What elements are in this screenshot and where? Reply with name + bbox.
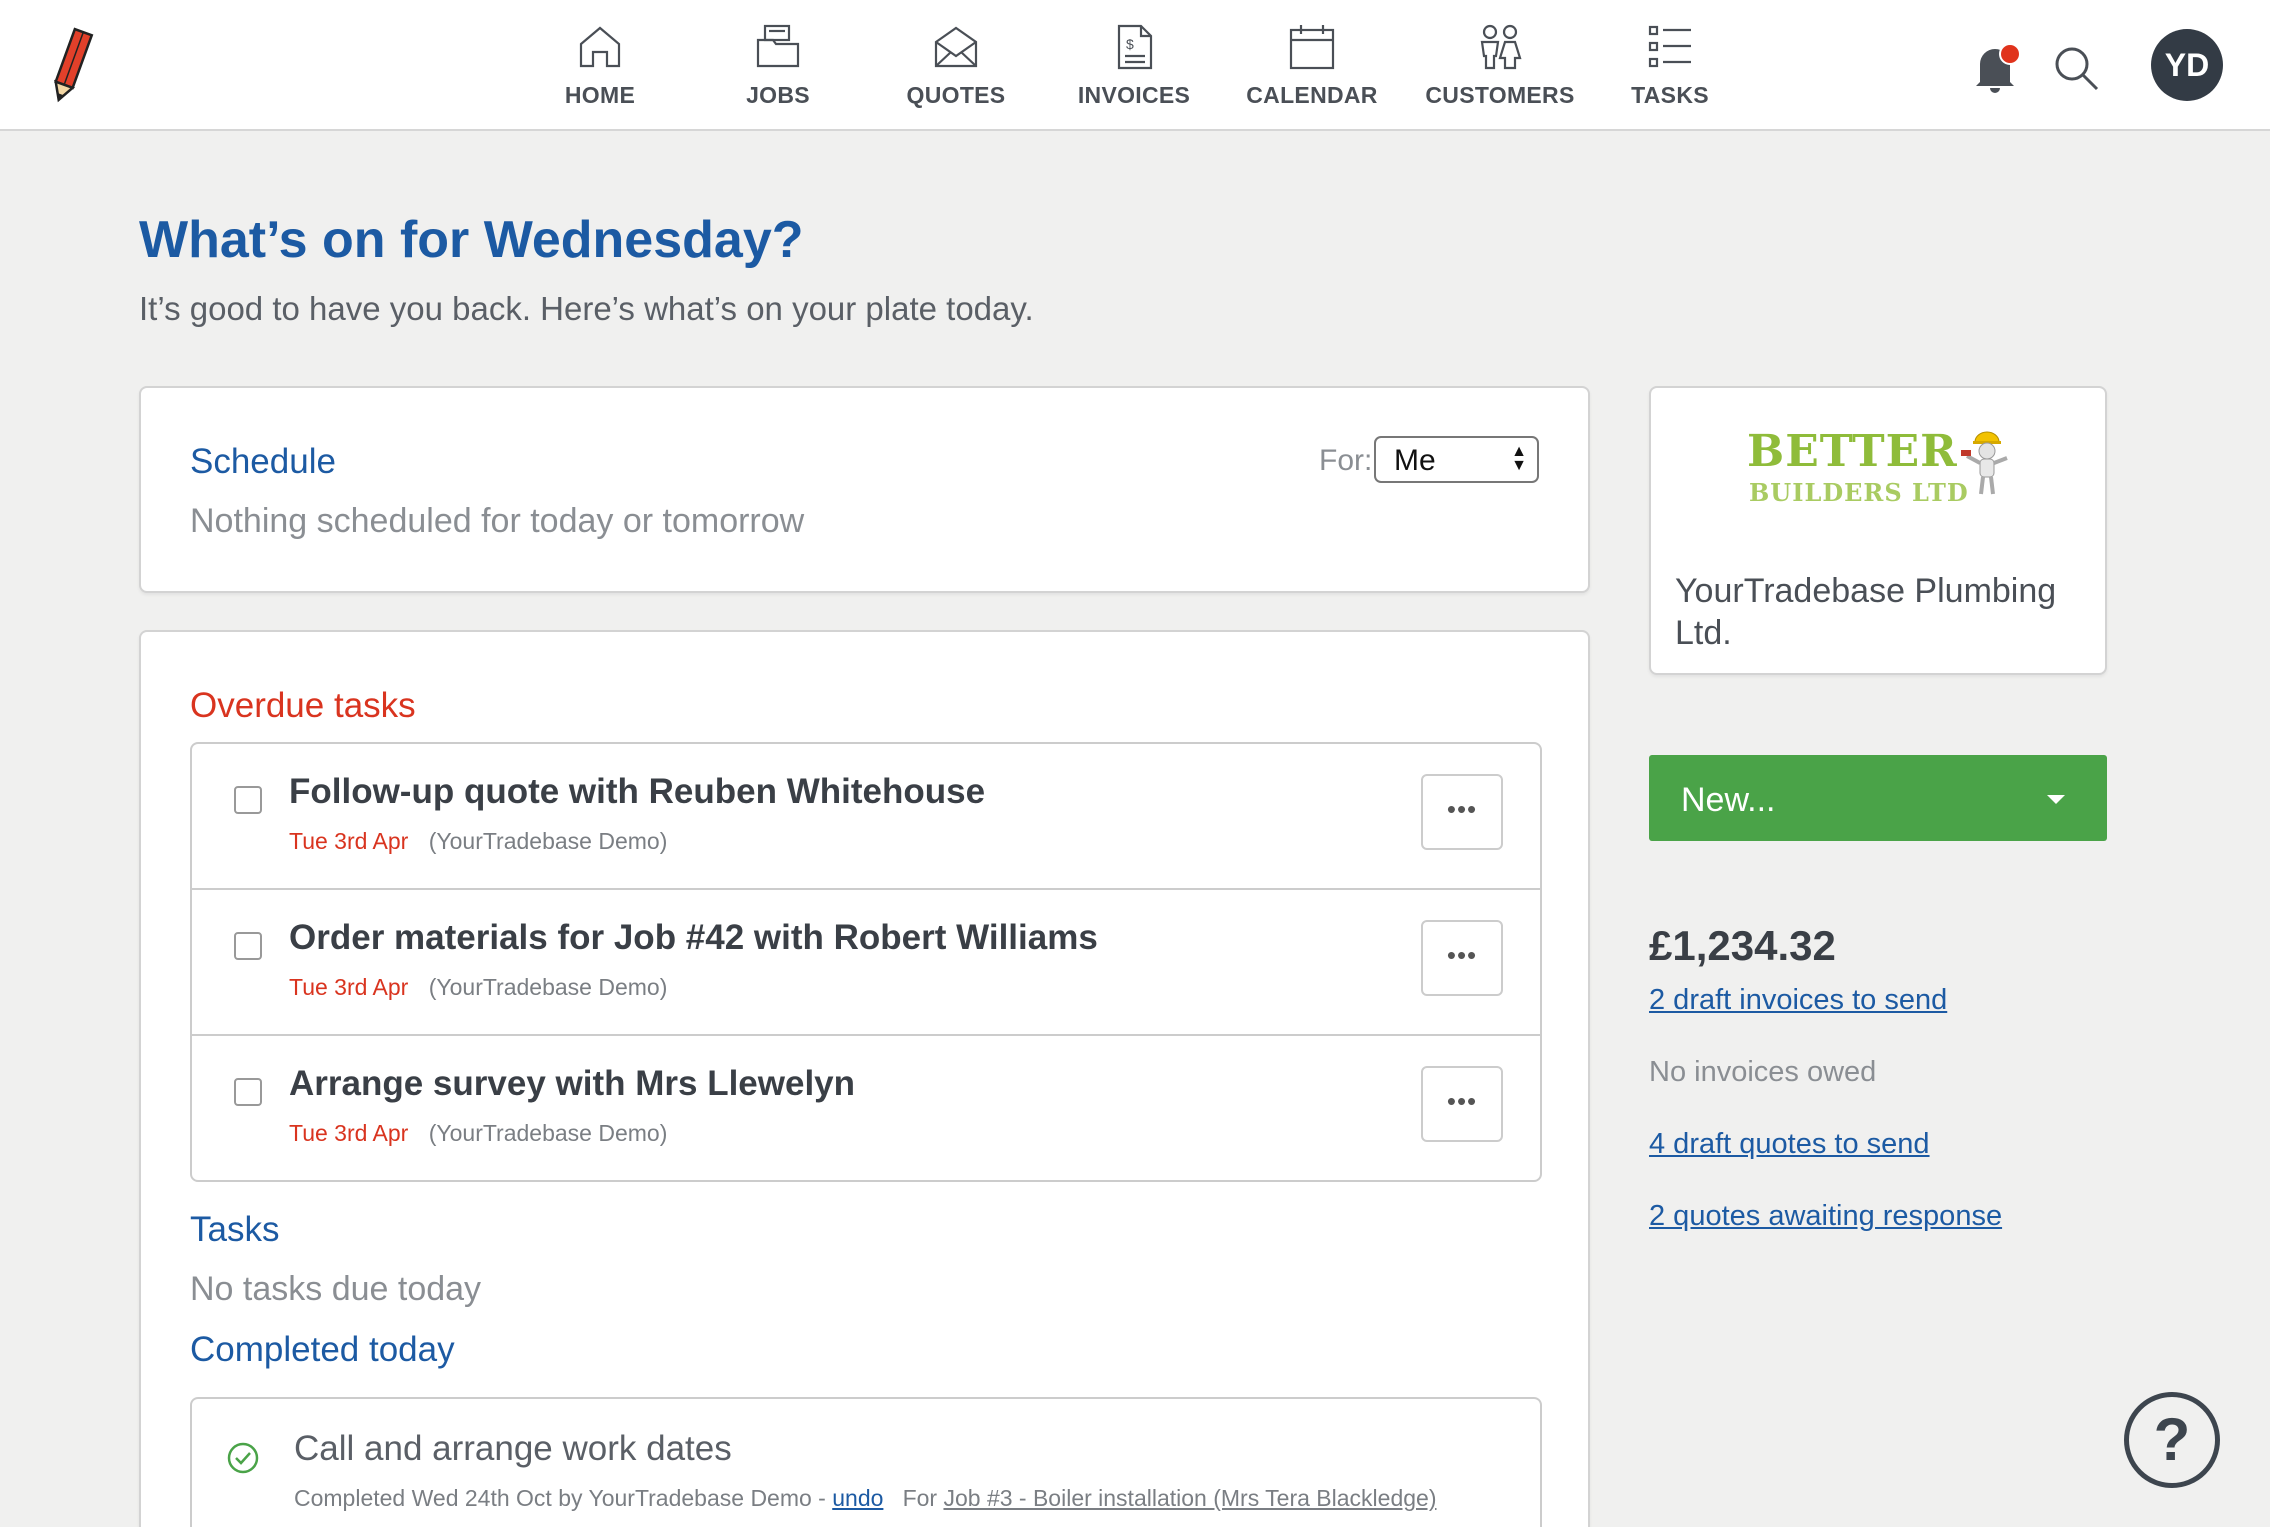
task-owner: (YourTradebase Demo) bbox=[428, 1120, 668, 1146]
invoices-icon: $ bbox=[1117, 24, 1153, 70]
bell-icon[interactable] bbox=[1970, 40, 2024, 96]
task-row: Arrange survey with Mrs Llewelyn Tue 3rd… bbox=[192, 1036, 1540, 1180]
user-avatar[interactable]: YD bbox=[2151, 29, 2223, 101]
completed-task-title: Call and arrange work dates bbox=[294, 1429, 732, 1468]
schedule-for-select[interactable]: Me ▲ ▼ bbox=[1374, 436, 1539, 483]
nav-quotes-label: QUOTES bbox=[906, 82, 1006, 108]
page-title: What’s on for Wednesday? bbox=[139, 211, 804, 269]
caret-down-icon bbox=[2047, 795, 2065, 804]
task-date: Tue 3rd Apr bbox=[289, 828, 409, 854]
task-checkbox[interactable] bbox=[234, 786, 262, 814]
nav-customers-label: CUSTOMERS bbox=[1425, 82, 1575, 108]
completed-job-link[interactable]: Job #3 - Boiler installation (Mrs Tera B… bbox=[943, 1485, 1436, 1511]
task-title[interactable]: Order materials for Job #42 with Robert … bbox=[289, 918, 1098, 958]
new-button-label: New... bbox=[1681, 781, 1776, 819]
nav-tasks-label: TASKS bbox=[1631, 82, 1709, 108]
task-meta: Tue 3rd Apr (YourTradebase Demo) bbox=[289, 828, 667, 855]
outstanding-amount: £1,234.32 bbox=[1649, 922, 1836, 969]
help-button[interactable]: ? bbox=[2124, 1392, 2220, 1488]
draft-invoices-link[interactable]: 2 draft invoices to send bbox=[1649, 984, 1947, 1017]
task-owner: (YourTradebase Demo) bbox=[428, 828, 668, 854]
top-navigation-bar: HOME JOBS QUOTES $ INVOICES CALENDAR CUS… bbox=[0, 0, 2270, 131]
completed-task-meta: Completed Wed 24th Oct by YourTradebase … bbox=[294, 1485, 1437, 1512]
schedule-title: Schedule bbox=[190, 442, 336, 481]
completed-task-info: Completed Wed 24th Oct by YourTradebase … bbox=[294, 1485, 833, 1511]
task-date: Tue 3rd Apr bbox=[289, 974, 409, 1000]
task-meta: Tue 3rd Apr (YourTradebase Demo) bbox=[289, 1120, 667, 1147]
task-row: Order materials for Job #42 with Robert … bbox=[192, 890, 1540, 1036]
task-checkbox[interactable] bbox=[234, 1078, 262, 1106]
undo-link[interactable]: undo bbox=[832, 1485, 883, 1511]
svg-text:$: $ bbox=[1126, 36, 1134, 52]
nav-home-label: HOME bbox=[564, 82, 636, 108]
search-icon[interactable] bbox=[2052, 44, 2100, 92]
company-logo-line2: BUILDERS LTD bbox=[1749, 478, 1969, 507]
draft-quotes-link[interactable]: 4 draft quotes to send bbox=[1649, 1128, 1930, 1161]
overdue-task-list: Follow-up quote with Reuben Whitehouse T… bbox=[190, 742, 1542, 1182]
calendar-icon bbox=[1289, 25, 1335, 70]
builder-figure-icon bbox=[1961, 431, 2008, 495]
nav-home[interactable]: HOME bbox=[505, 22, 695, 109]
schedule-card: Schedule Nothing scheduled for today or … bbox=[139, 386, 1590, 593]
company-logo-line1: BETTER bbox=[1747, 426, 1958, 477]
company-logo: BETTER BUILDERS LTD bbox=[1747, 426, 2017, 526]
task-title[interactable]: Follow-up quote with Reuben Whitehouse bbox=[289, 772, 985, 812]
nav-quotes[interactable]: QUOTES bbox=[861, 22, 1051, 109]
task-more-button[interactable]: ••• bbox=[1421, 920, 1503, 996]
nav-calendar-label: CALENDAR bbox=[1246, 82, 1378, 108]
overdue-tasks-title: Overdue tasks bbox=[190, 686, 416, 725]
task-meta: Tue 3rd Apr (YourTradebase Demo) bbox=[289, 974, 667, 1001]
nav-jobs-label: JOBS bbox=[746, 82, 810, 108]
jobs-icon bbox=[756, 24, 800, 68]
customers-icon bbox=[1480, 24, 1522, 70]
home-icon bbox=[579, 26, 621, 68]
company-name: YourTradebase Plumbing Ltd. bbox=[1675, 572, 2057, 652]
no-invoices-text: No invoices owed bbox=[1649, 1056, 1877, 1088]
task-more-button[interactable]: ••• bbox=[1421, 1066, 1503, 1142]
quotes-icon bbox=[934, 26, 978, 68]
check-circle-icon bbox=[227, 1442, 259, 1474]
task-title[interactable]: Arrange survey with Mrs Llewelyn bbox=[289, 1064, 855, 1104]
task-row: Follow-up quote with Reuben Whitehouse T… bbox=[192, 744, 1540, 890]
task-owner: (YourTradebase Demo) bbox=[428, 974, 668, 1000]
tasks-empty-text: No tasks due today bbox=[190, 1270, 482, 1308]
quotes-awaiting-link[interactable]: 2 quotes awaiting response bbox=[1649, 1200, 2002, 1233]
completed-task-item: Call and arrange work dates Completed We… bbox=[190, 1397, 1542, 1527]
nav-jobs[interactable]: JOBS bbox=[683, 22, 873, 109]
new-dropdown-button[interactable]: New... bbox=[1649, 755, 2107, 841]
task-more-button[interactable]: ••• bbox=[1421, 774, 1503, 850]
pencil-logo-icon[interactable] bbox=[42, 26, 100, 106]
tasks-card: Overdue tasks Follow-up quote with Reube… bbox=[139, 630, 1590, 1527]
select-arrows-icon: ▲ ▼ bbox=[1511, 443, 1527, 474]
nav-calendar[interactable]: CALENDAR bbox=[1217, 22, 1407, 109]
task-date: Tue 3rd Apr bbox=[289, 1120, 409, 1146]
tasks-icon bbox=[1648, 25, 1691, 68]
completed-for-label: For bbox=[902, 1485, 944, 1511]
schedule-for-label: For: bbox=[1319, 444, 1373, 477]
schedule-empty-text: Nothing scheduled for today or tomorrow bbox=[190, 502, 805, 540]
nav-invoices-label: INVOICES bbox=[1077, 82, 1191, 108]
task-checkbox[interactable] bbox=[234, 932, 262, 960]
tasks-title: Tasks bbox=[190, 1210, 280, 1249]
completed-today-title: Completed today bbox=[190, 1330, 455, 1369]
nav-invoices[interactable]: $ INVOICES bbox=[1039, 22, 1229, 109]
company-card: BETTER BUILDERS LTD YourTradebase Plumbi… bbox=[1649, 386, 2107, 675]
schedule-for-value: Me bbox=[1394, 444, 1436, 477]
notification-dot bbox=[1999, 43, 2021, 65]
nav-customers[interactable]: CUSTOMERS bbox=[1405, 22, 1595, 109]
nav-tasks[interactable]: TASKS bbox=[1575, 22, 1765, 109]
page-subtitle: It’s good to have you back. Here’s what’… bbox=[139, 290, 1034, 327]
